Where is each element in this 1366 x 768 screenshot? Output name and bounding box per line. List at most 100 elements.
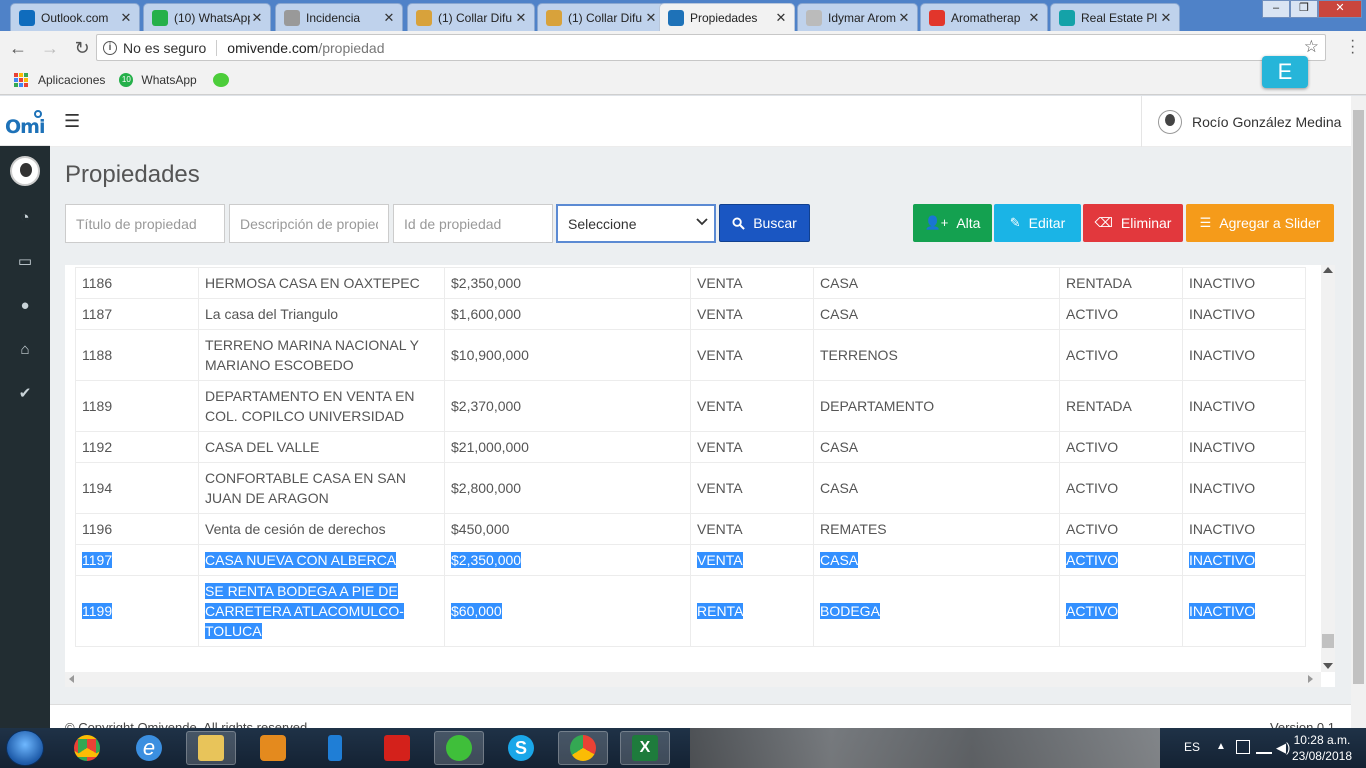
show-hidden-icons-icon[interactable]: ▲ bbox=[1216, 741, 1226, 752]
cell-id: 1187 bbox=[75, 298, 199, 330]
language-indicator[interactable]: ES bbox=[1184, 740, 1200, 754]
tab-close-icon[interactable]: ✕ bbox=[774, 10, 788, 26]
tipo-select[interactable]: Seleccione bbox=[556, 204, 716, 243]
table-row[interactable]: 1186 HERMOSA CASA EN OAXTEPEC $2,350,000 VE… bbox=[75, 267, 1306, 299]
cell-precio: $60,000 bbox=[444, 575, 691, 647]
volume-icon[interactable]: ◀) bbox=[1276, 740, 1290, 756]
forward-button[interactable]: → bbox=[36, 34, 64, 62]
eliminar-button[interactable]: ⌫ Eliminar bbox=[1083, 204, 1183, 242]
address-bar[interactable]: i No es seguro omivende.com/propiedad ☆ bbox=[96, 34, 1326, 61]
browser-tab[interactable]: Idymar Arom ✕ bbox=[797, 3, 918, 31]
close-window-button[interactable]: ✕ bbox=[1318, 0, 1362, 18]
logo-text: Omi bbox=[5, 116, 45, 138]
table-row[interactable]: 1189 DEPARTAMENTO EN VENTA EN COL. COPILC… bbox=[75, 380, 1306, 432]
browser-tab[interactable]: (1) Collar Difu ✕ bbox=[537, 3, 665, 31]
start-button[interactable] bbox=[6, 730, 44, 766]
tab-close-icon[interactable]: ✕ bbox=[1159, 10, 1173, 26]
taskbar-ie-icon[interactable]: e bbox=[124, 731, 174, 765]
descripcion-input[interactable] bbox=[229, 204, 389, 243]
search-icon bbox=[732, 216, 745, 230]
reload-button[interactable]: ↻ bbox=[68, 34, 96, 62]
table-row[interactable]: 1187 La casa del Triangulo $1,600,000 VENTA… bbox=[75, 298, 1306, 330]
taskbar-pdf-icon[interactable] bbox=[372, 731, 422, 765]
maximize-button[interactable]: ❐ bbox=[1290, 0, 1318, 18]
scroll-up-icon[interactable] bbox=[1323, 267, 1333, 273]
tab-close-icon[interactable]: ✕ bbox=[250, 10, 264, 26]
scroll-down-icon[interactable] bbox=[1323, 663, 1333, 669]
table-row[interactable]: 1196 Venta de cesión de derechos $450,000 V… bbox=[75, 513, 1306, 545]
cell-status: INACTIVO bbox=[1182, 329, 1306, 381]
taskbar-skype-icon[interactable]: S bbox=[496, 731, 546, 765]
tab-close-icon[interactable]: ✕ bbox=[1027, 10, 1041, 26]
cell-status: INACTIVO bbox=[1182, 267, 1306, 299]
tab-close-icon[interactable]: ✕ bbox=[514, 10, 528, 26]
table-row[interactable]: 1199 SE RENTA BODEGA A PIE DE CARRETERA A… bbox=[75, 575, 1306, 647]
bookmark-apps[interactable]: Aplicaciones bbox=[14, 72, 105, 87]
user-name: Rocío González Medina bbox=[1192, 113, 1342, 130]
cell-estado: RENTADA bbox=[1059, 267, 1183, 299]
table-row[interactable]: 1197 CASA NUEVA CON ALBERCA $2,350,000 VENT… bbox=[75, 544, 1306, 576]
taskbar-chrome-active-icon[interactable] bbox=[558, 731, 608, 765]
dashboard-icon[interactable]: ◔ bbox=[15, 208, 35, 228]
browser-tab[interactable]: (1) Collar Difu ✕ bbox=[407, 3, 535, 31]
browser-menu-icon[interactable]: · · · bbox=[1350, 33, 1356, 61]
titulo-input[interactable] bbox=[65, 204, 225, 243]
monitor-icon[interactable]: ▭ bbox=[15, 252, 35, 272]
scroll-left-icon[interactable] bbox=[69, 675, 74, 683]
browser-tab[interactable]: Incidencia ✕ bbox=[275, 3, 403, 31]
cell-id: 1186 bbox=[75, 267, 199, 299]
home-icon[interactable]: ⌂ bbox=[15, 340, 35, 360]
hamburger-menu-icon[interactable]: ☰ bbox=[64, 111, 80, 132]
clock[interactable]: 10:28 a.m. 23/08/2018 bbox=[1292, 732, 1352, 764]
table-horizontal-scrollbar[interactable] bbox=[65, 672, 1321, 687]
cell-operacion-text: VENTA bbox=[697, 398, 743, 414]
sidebar-avatar[interactable] bbox=[10, 156, 40, 186]
user-menu[interactable]: Rocío González Medina bbox=[1141, 96, 1351, 147]
table-row[interactable]: 1188 TERRENO MARINA NACIONAL Y MARIANO ES… bbox=[75, 329, 1306, 381]
bookmark-star-icon[interactable]: ☆ bbox=[1304, 37, 1319, 57]
browser-tab[interactable]: (10) WhatsApp ✕ bbox=[143, 3, 271, 31]
taskbar-excel-icon[interactable]: X bbox=[620, 731, 670, 765]
bookmark-wechat[interactable] bbox=[211, 72, 229, 87]
table-row[interactable]: 1192 CASA DEL VALLE $21,000,000 VENTA CASA AC… bbox=[75, 431, 1306, 463]
scroll-thumb[interactable] bbox=[1322, 634, 1334, 648]
taskbar-explorer-icon[interactable] bbox=[186, 731, 236, 765]
browser-tab[interactable]: Outlook.com ✕ bbox=[10, 3, 140, 31]
buscar-button[interactable]: Buscar bbox=[719, 204, 810, 242]
back-button[interactable]: ← bbox=[4, 34, 32, 62]
cell-status: INACTIVO bbox=[1182, 431, 1306, 463]
user-icon[interactable]: ● bbox=[15, 296, 35, 316]
bookmark-whatsapp[interactable]: 10 WhatsApp bbox=[119, 72, 197, 87]
agregar-slider-button[interactable]: ☰ Agregar a Slider bbox=[1186, 204, 1334, 242]
page-scrollbar[interactable] bbox=[1351, 96, 1366, 728]
info-icon[interactable]: i bbox=[103, 40, 117, 55]
page-scroll-thumb[interactable] bbox=[1353, 110, 1364, 684]
scroll-right-icon[interactable] bbox=[1308, 675, 1313, 683]
alta-button[interactable]: 👤+ Alta bbox=[913, 204, 992, 242]
taskbar-media-icon[interactable] bbox=[248, 731, 298, 765]
action-center-flag-icon[interactable] bbox=[1236, 740, 1250, 754]
tab-close-icon[interactable]: ✕ bbox=[382, 10, 396, 26]
taskbar-feather-icon[interactable] bbox=[310, 731, 360, 765]
extension-e-icon[interactable]: E bbox=[1262, 56, 1308, 88]
taskbar-wechat-icon[interactable] bbox=[434, 731, 484, 765]
id-input[interactable] bbox=[393, 204, 553, 243]
minimize-button[interactable]: – bbox=[1262, 0, 1290, 18]
tab-close-icon[interactable]: ✕ bbox=[644, 10, 658, 26]
table-row[interactable]: 1194 CONFORTABLE CASA EN SAN JUAN DE ARAG… bbox=[75, 462, 1306, 514]
page-title: Propiedades bbox=[65, 161, 200, 188]
tab-close-icon[interactable]: ✕ bbox=[897, 10, 911, 26]
cell-id-text: 1197 bbox=[82, 552, 113, 568]
cell-estado: ACTIVO bbox=[1059, 513, 1183, 545]
browser-tab[interactable]: Real Estate Pl ✕ bbox=[1050, 3, 1180, 31]
browser-tab[interactable]: Aromatherap ✕ bbox=[920, 3, 1048, 31]
cell-precio-text: $2,800,000 bbox=[451, 480, 522, 496]
logo[interactable]: Omi bbox=[0, 96, 50, 146]
browser-tab[interactable]: Propiedades ✕ bbox=[659, 3, 795, 31]
network-icon[interactable] bbox=[1256, 740, 1272, 754]
check-circle-icon[interactable]: ✔ bbox=[15, 384, 35, 404]
editar-button[interactable]: ✎ Editar bbox=[994, 204, 1081, 242]
tab-close-icon[interactable]: ✕ bbox=[119, 10, 133, 26]
taskbar-chrome-icon[interactable] bbox=[62, 731, 112, 765]
table-vertical-scrollbar[interactable] bbox=[1321, 265, 1335, 672]
